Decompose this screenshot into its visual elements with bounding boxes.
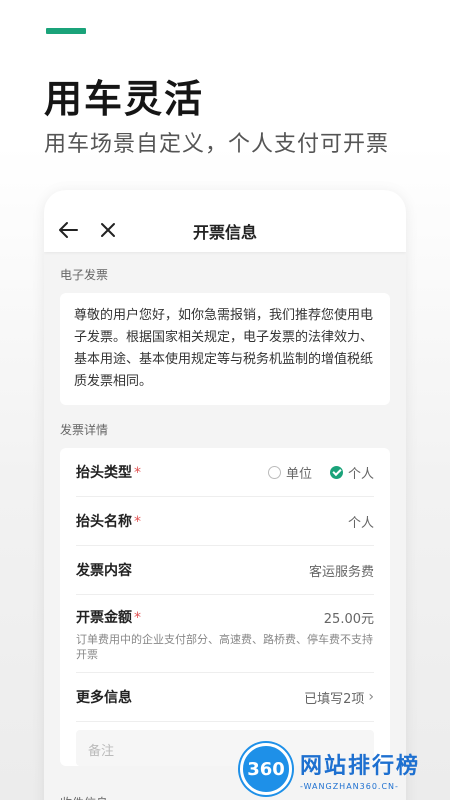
notice-card: 尊敬的用户您好，如你急需报销，我们推荐您使用电子发票。根据国家相关规定，电子发票… bbox=[60, 293, 390, 405]
more-info-value: 已填写2项 bbox=[304, 691, 365, 707]
radio-personal[interactable]: 个人 bbox=[329, 463, 374, 482]
required-mark: * bbox=[134, 514, 141, 530]
notice-text: 尊敬的用户您好，如你急需报销，我们推荐您使用电子发票。根据国家相关规定，电子发票… bbox=[74, 308, 374, 389]
radio-unchecked-icon bbox=[267, 465, 281, 479]
header-type-row: 抬头类型 * 单位 个人 bbox=[76, 448, 374, 497]
close-icon[interactable] bbox=[100, 222, 116, 238]
accent-bar bbox=[46, 28, 86, 34]
header-name-row[interactable]: 抬头名称 * 个人 bbox=[76, 497, 374, 546]
section-label-electronic: 电子发票 bbox=[60, 268, 109, 282]
phone-mockup: 开票信息 电子发票 尊敬的用户您好，如你急需报销，我们推荐您使用电子发票。根据国… bbox=[44, 190, 406, 800]
amount-hint: 订单费用中的企业支付部分、高速费、路桥费、停车费不支持开票 bbox=[76, 633, 373, 661]
more-info-row[interactable]: 更多信息 已填写2项 › bbox=[76, 673, 374, 722]
amount-value: 25.00元 bbox=[323, 611, 374, 627]
more-info-label: 更多信息 bbox=[76, 690, 132, 706]
back-arrow-icon[interactable] bbox=[58, 221, 78, 239]
amount-row: 开票金额 * 25.00元 订单费用中的企业支付部分、高速费、路桥费、停车费不支持… bbox=[76, 595, 374, 673]
content-value: 客运服务费 bbox=[308, 564, 374, 580]
details-card: 抬头类型 * 单位 个人 抬头名称 * 个人 发票内容 客运服务费 开票金额 *… bbox=[60, 448, 390, 766]
radio-checked-icon bbox=[329, 465, 343, 479]
hero-subtitle: 用车场景自定义，个人支付可开票 bbox=[44, 132, 390, 157]
header-name-value: 个人 bbox=[347, 515, 374, 531]
amount-label: 开票金额 bbox=[76, 610, 132, 626]
section-label-details: 发票详情 bbox=[60, 423, 109, 437]
chevron-right-icon: › bbox=[368, 689, 374, 705]
watermark-url: -WANGZHAN360.CN- bbox=[300, 781, 399, 791]
required-mark: * bbox=[134, 610, 141, 626]
radio-personal-label: 个人 bbox=[347, 466, 374, 482]
content-row: 发票内容 客运服务费 bbox=[76, 546, 374, 595]
content-label: 发票内容 bbox=[76, 563, 132, 579]
page-title: 开票信息 bbox=[192, 223, 257, 242]
watermark-logo: 360 bbox=[240, 743, 292, 795]
header-type-label: 抬头类型 bbox=[76, 465, 132, 481]
radio-company-label: 单位 bbox=[285, 466, 312, 482]
header-name-label: 抬头名称 bbox=[76, 514, 132, 530]
required-mark: * bbox=[134, 465, 141, 481]
radio-company[interactable]: 单位 bbox=[267, 463, 312, 482]
watermark-name: 网站排行榜 bbox=[300, 753, 421, 779]
nav-bar: 开票信息 bbox=[44, 190, 406, 252]
hero-title: 用车灵活 bbox=[44, 77, 205, 121]
watermark: 360 网站排行榜 -WANGZHAN360.CN- bbox=[240, 738, 450, 800]
